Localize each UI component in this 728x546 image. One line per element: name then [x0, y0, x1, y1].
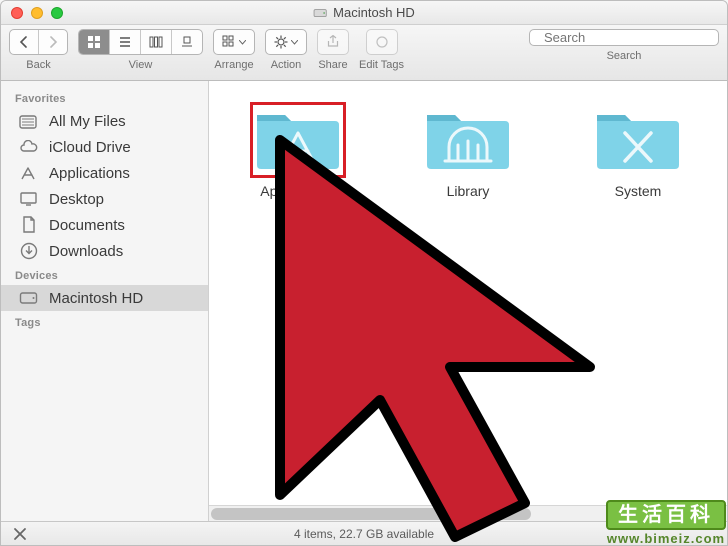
chevron-down-icon: [239, 40, 246, 45]
hd-icon: [19, 289, 39, 307]
edit-tags-group: Edit Tags: [359, 29, 404, 71]
folder-library[interactable]: Library: [413, 103, 523, 199]
folder-system[interactable]: System: [583, 103, 693, 199]
nav-buttons: [9, 29, 68, 55]
sidebar-item-label: Documents: [49, 217, 125, 234]
titlebar: Macintosh HD: [1, 1, 727, 25]
content-area: Applications Library System: [209, 81, 727, 521]
action-label: Action: [271, 59, 302, 71]
view-label: View: [129, 59, 153, 71]
window-body: Favorites All My Files iCloud Drive Appl…: [1, 81, 727, 521]
action-group: Action: [265, 29, 307, 71]
sidebar-item-label: Downloads: [49, 243, 123, 260]
search-group: Search: [529, 29, 719, 62]
coverflow-view-button[interactable]: [172, 30, 202, 54]
sidebar-item-label: All My Files: [49, 113, 126, 130]
sidebar-item-label: Applications: [49, 165, 130, 182]
finder-window: Macintosh HD Back View Arrang: [0, 0, 728, 546]
sidebar-item-label: Desktop: [49, 191, 104, 208]
action-button[interactable]: [265, 29, 307, 55]
downloads-icon: [19, 242, 39, 260]
edit-tags-button[interactable]: [366, 29, 398, 55]
icon-grid: Applications Library System: [209, 81, 727, 505]
sidebar-item-downloads[interactable]: Downloads: [1, 238, 208, 264]
traffic-lights: [1, 7, 63, 19]
back-forward-group: Back: [9, 29, 68, 71]
search-label: Search: [607, 50, 642, 62]
forward-button[interactable]: [39, 30, 67, 54]
arrange-group: Arrange: [213, 29, 255, 71]
search-input[interactable]: [544, 30, 720, 45]
sidebar-header-devices: Devices: [1, 264, 208, 285]
list-view-button[interactable]: [110, 30, 141, 54]
sidebar-item-applications[interactable]: Applications: [1, 160, 208, 186]
sidebar-item-documents[interactable]: Documents: [1, 212, 208, 238]
folder-icon-library: [421, 103, 515, 177]
folder-icon-system: [591, 103, 685, 177]
share-group: Share: [317, 29, 349, 71]
sidebar-item-all-my-files[interactable]: All My Files: [1, 108, 208, 134]
window-title: Macintosh HD: [313, 5, 415, 20]
watermark-text: 生活百科: [606, 500, 726, 530]
folder-name: System: [615, 183, 662, 199]
close-icon[interactable]: [11, 525, 29, 543]
back-button[interactable]: [10, 30, 39, 54]
gear-icon: [274, 35, 288, 49]
folder-name: Library: [447, 183, 490, 199]
folder-icon-applications: [251, 103, 345, 177]
arrange-icon: [222, 35, 236, 49]
scrollbar-thumb[interactable]: [211, 508, 531, 520]
sidebar: Favorites All My Files iCloud Drive Appl…: [1, 81, 209, 521]
arrange-button[interactable]: [213, 29, 255, 55]
close-window-button[interactable]: [11, 7, 23, 19]
desktop-icon: [19, 190, 39, 208]
sidebar-item-desktop[interactable]: Desktop: [1, 186, 208, 212]
icon-view-button[interactable]: [79, 30, 110, 54]
search-field[interactable]: [529, 29, 719, 46]
icloud-icon: [19, 138, 39, 156]
status-text: 4 items, 22.7 GB available: [294, 527, 434, 541]
sidebar-item-macintosh-hd[interactable]: Macintosh HD: [1, 285, 208, 311]
watermark: 生活百科 www.bimeiz.com: [606, 500, 726, 546]
sidebar-item-label: iCloud Drive: [49, 139, 131, 156]
sidebar-item-icloud-drive[interactable]: iCloud Drive: [1, 134, 208, 160]
tag-icon: [375, 35, 389, 49]
minimize-window-button[interactable]: [31, 7, 43, 19]
edit-tags-label: Edit Tags: [359, 59, 404, 71]
maximize-window-button[interactable]: [51, 7, 63, 19]
hd-icon: [313, 6, 327, 20]
share-label: Share: [318, 59, 347, 71]
chevron-down-icon: [291, 40, 298, 45]
share-button[interactable]: [317, 29, 349, 55]
arrange-label: Arrange: [214, 59, 253, 71]
view-buttons: [78, 29, 203, 55]
column-view-button[interactable]: [141, 30, 172, 54]
documents-icon: [19, 216, 39, 234]
toolbar: Back View Arrange Action: [1, 25, 727, 81]
back-label: Back: [26, 59, 50, 71]
sidebar-header-favorites: Favorites: [1, 87, 208, 108]
folder-name: Applications: [260, 183, 336, 199]
watermark-url: www.bimeiz.com: [606, 532, 726, 546]
folder-applications[interactable]: Applications: [243, 103, 353, 199]
view-group: View: [78, 29, 203, 71]
sidebar-item-label: Macintosh HD: [49, 290, 143, 307]
sidebar-header-tags: Tags: [1, 311, 208, 332]
applications-icon: [19, 164, 39, 182]
window-title-text: Macintosh HD: [333, 5, 415, 20]
all-my-files-icon: [19, 112, 39, 130]
share-icon: [326, 35, 340, 49]
